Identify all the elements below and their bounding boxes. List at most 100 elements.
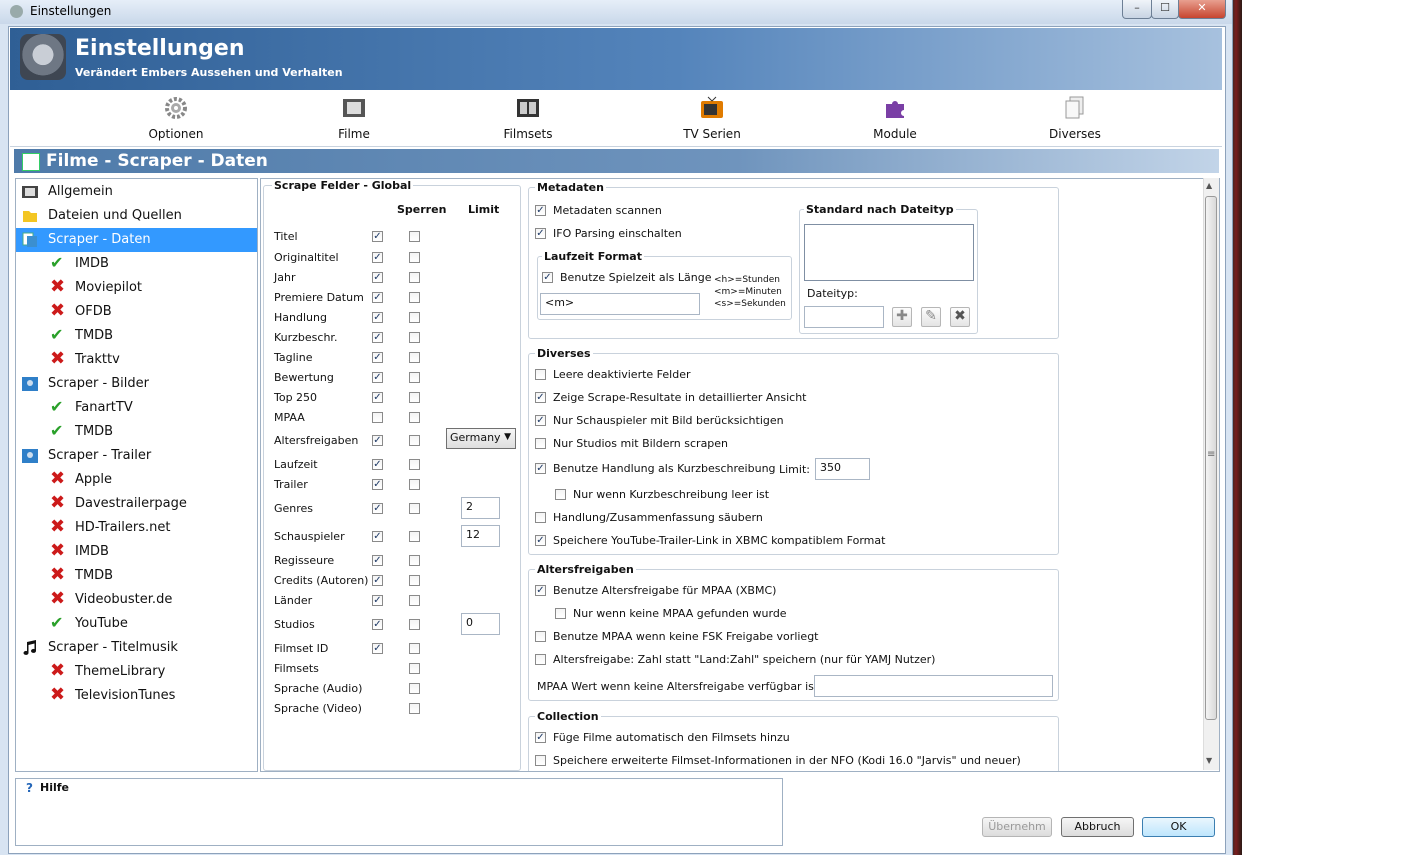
misc-checkbox-3[interactable] [535,438,546,449]
short-plot-limit-input[interactable]: 350 [815,458,870,480]
filetype-list[interactable] [804,224,974,281]
toolbar-diverses[interactable]: Diverses [995,90,1155,146]
field-enabled-checkbox[interactable]: ✓ [372,555,383,566]
field-enabled-checkbox[interactable]: ✓ [372,332,383,343]
cancel-button[interactable]: Abbruch [1061,817,1134,837]
tree-item-scraper-trailer[interactable]: Scraper - Trailer [16,444,257,468]
tree-item-tmdb[interactable]: ✔ TMDB [16,420,257,444]
field-lock-checkbox[interactable] [409,555,420,566]
field-lock-checkbox[interactable] [409,575,420,586]
field-limit-input[interactable]: 12 [461,525,500,547]
cert-checkbox-2[interactable] [535,631,546,642]
misc-checkbox-7[interactable]: ✓ [535,535,546,546]
field-enabled-checkbox[interactable]: ✓ [372,392,383,403]
close-button[interactable]: ✕ [1178,0,1226,19]
add-filetype-button[interactable]: ✚ [892,307,912,327]
field-enabled-checkbox[interactable]: ✓ [372,459,383,470]
tree-item-scraper-titelmusik[interactable]: Scraper - Titelmusik [16,636,257,660]
scroll-up-arrow[interactable]: ▲ [1206,181,1212,190]
misc-checkbox-0[interactable] [535,369,546,380]
tree-item-videobuster-de[interactable]: ✖ Videobuster.de [16,588,257,612]
field-enabled-checkbox[interactable]: ✓ [372,312,383,323]
field-lock-checkbox[interactable] [409,531,420,542]
field-lock-checkbox[interactable] [409,272,420,283]
field-enabled-checkbox[interactable]: ✓ [372,252,383,263]
runtime-format-input[interactable]: <m> [540,293,700,315]
field-lock-checkbox[interactable] [409,663,420,674]
window-titlebar[interactable]: Einstellungen – ☐ ✕ [0,0,1232,24]
field-enabled-checkbox[interactable]: ✓ [372,352,383,363]
field-lock-checkbox[interactable] [409,292,420,303]
ifo-parsing-checkbox[interactable]: ✓ [535,228,546,239]
misc-checkbox-2[interactable]: ✓ [535,415,546,426]
field-enabled-checkbox[interactable]: ✓ [372,292,383,303]
tree-item-tmdb[interactable]: ✖ TMDB [16,564,257,588]
minimize-button[interactable]: – [1122,0,1152,19]
filetype-input[interactable] [804,306,884,328]
cert-checkbox-1[interactable] [555,608,566,619]
field-limit-input[interactable]: 2 [461,497,500,519]
field-lock-checkbox[interactable] [409,231,420,242]
scroll-down-arrow[interactable]: ▼ [1206,756,1212,765]
field-enabled-checkbox[interactable]: ✓ [372,643,383,654]
field-lock-checkbox[interactable] [409,312,420,323]
field-enabled-checkbox[interactable]: ✓ [372,531,383,542]
field-lock-checkbox[interactable] [409,703,420,714]
certification-country-select[interactable]: Germany ▼ [446,428,516,449]
tree-item-imdb[interactable]: ✔ IMDB [16,252,257,276]
tree-item-hd-trailers-net[interactable]: ✖ HD-Trailers.net [16,516,257,540]
field-lock-checkbox[interactable] [409,683,420,694]
field-lock-checkbox[interactable] [409,252,420,263]
field-enabled-checkbox[interactable]: ✓ [372,272,383,283]
scan-metadata-checkbox[interactable]: ✓ [535,205,546,216]
field-enabled-checkbox[interactable]: ✓ [372,435,383,446]
field-enabled-checkbox[interactable]: ✓ [372,479,383,490]
field-lock-checkbox[interactable] [409,619,420,630]
field-lock-checkbox[interactable] [409,595,420,606]
collection-checkbox-0[interactable]: ✓ [535,732,546,743]
tree-item-allgemein[interactable]: Allgemein [16,180,257,204]
misc-checkbox-1[interactable]: ✓ [535,392,546,403]
field-enabled-checkbox[interactable]: ✓ [372,231,383,242]
misc-checkbox-5[interactable] [555,489,566,500]
ok-button[interactable]: OK [1142,817,1215,837]
cert-checkbox-3[interactable] [535,654,546,665]
field-lock-checkbox[interactable] [409,392,420,403]
content-scrollbar[interactable]: ▲ ≡ ▼ [1203,178,1219,770]
tree-item-themelibrary[interactable]: ✖ ThemeLibrary [16,660,257,684]
field-lock-checkbox[interactable] [409,479,420,490]
misc-checkbox-4[interactable]: ✓ [535,463,546,474]
tree-item-tmdb[interactable]: ✔ TMDB [16,324,257,348]
field-lock-checkbox[interactable] [409,352,420,363]
misc-checkbox-6[interactable] [535,512,546,523]
remove-filetype-button[interactable]: ✖ [950,307,970,327]
field-enabled-checkbox[interactable] [372,412,383,423]
toolbar-tv-serien[interactable]: TV Serien [632,90,792,146]
field-lock-checkbox[interactable] [409,503,420,514]
field-lock-checkbox[interactable] [409,435,420,446]
tree-item-apple[interactable]: ✖ Apple [16,468,257,492]
toolbar-optionen[interactable]: Optionen [96,90,256,146]
maximize-button[interactable]: ☐ [1151,0,1179,19]
tree-item-televisiontunes[interactable]: ✖ TelevisionTunes [16,684,257,708]
field-limit-input[interactable]: 0 [461,613,500,635]
field-lock-checkbox[interactable] [409,459,420,470]
tree-item-trakttv[interactable]: ✖ Trakttv [16,348,257,372]
field-lock-checkbox[interactable] [409,643,420,654]
tree-item-scraper-daten[interactable]: Scraper - Daten [16,228,257,252]
tree-item-moviepilot[interactable]: ✖ Moviepilot [16,276,257,300]
tree-item-dateien-und-quellen[interactable]: Dateien und Quellen [16,204,257,228]
cert-checkbox-0[interactable]: ✓ [535,585,546,596]
field-enabled-checkbox[interactable]: ✓ [372,595,383,606]
field-enabled-checkbox[interactable]: ✓ [372,372,383,383]
mpaa-fallback-input[interactable] [814,675,1053,697]
tree-item-youtube[interactable]: ✔ YouTube [16,612,257,636]
tree-item-ofdb[interactable]: ✖ OFDB [16,300,257,324]
field-lock-checkbox[interactable] [409,332,420,343]
field-lock-checkbox[interactable] [409,372,420,383]
tree-item-davestrailerpage[interactable]: ✖ Davestrailerpage [16,492,257,516]
scroll-thumb[interactable]: ≡ [1205,196,1217,720]
use-runtime-checkbox[interactable]: ✓ [542,272,553,283]
field-enabled-checkbox[interactable]: ✓ [372,503,383,514]
tree-item-imdb[interactable]: ✖ IMDB [16,540,257,564]
